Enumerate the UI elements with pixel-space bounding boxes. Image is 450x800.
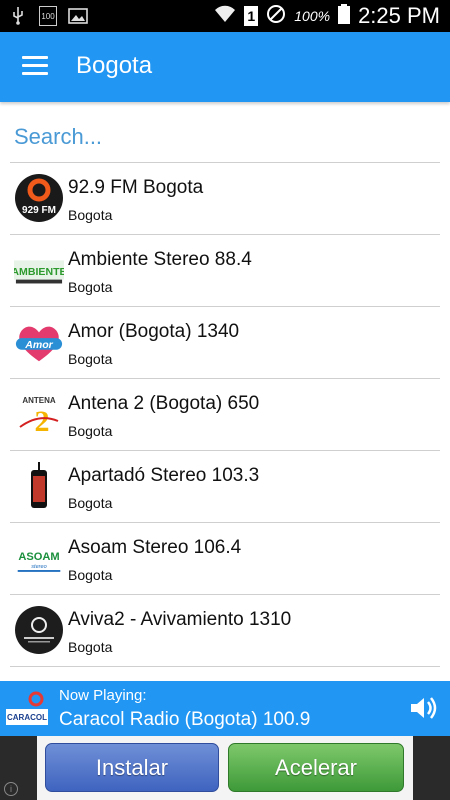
station-city: Bogota <box>68 423 113 439</box>
station-logo-aviva2 <box>14 605 64 655</box>
clock: 2:25 PM <box>358 3 440 28</box>
menu-icon[interactable] <box>22 56 48 76</box>
station-name: Antena 2 (Bogota) 650 <box>68 393 260 414</box>
accelerate-button[interactable]: Acelerar <box>228 743 404 792</box>
station-name: Amor (Bogota) 1340 <box>68 321 240 342</box>
station-name: Aviva2 - Avivamiento 1310 <box>68 609 292 630</box>
info-icon[interactable]: i <box>4 782 18 796</box>
station-city: Bogota <box>68 351 113 367</box>
install-button[interactable]: Instalar <box>45 743 219 792</box>
status-bar: 100 1 100% 2:25 PM <box>0 0 450 32</box>
station-list: 929 FM 92.9 FM Bogota Bogota AMBIENTE Am… <box>0 162 450 667</box>
badge-text: 100 <box>39 6 57 26</box>
app-bar: Bogota <box>0 32 450 102</box>
station-name: 92.9 FM Bogota <box>68 177 204 198</box>
station-city: Bogota <box>68 279 113 295</box>
svg-text:AMBIENTE: AMBIENTE <box>14 266 64 278</box>
battery-percent: 100% <box>294 8 331 24</box>
list-item[interactable]: ANTENA 2 Antena 2 (Bogota) 650 Bogota <box>10 379 440 451</box>
station-logo-asoam: ASOAM stereo <box>14 533 64 583</box>
station-name: Ambiente Stereo 88.4 <box>68 249 252 270</box>
station-logo-ambiente: AMBIENTE <box>14 245 64 295</box>
svg-text:ANTENA: ANTENA <box>22 396 56 405</box>
now-playing-station: Caracol Radio (Bogota) 100.9 <box>59 709 311 730</box>
svg-text:Amor: Amor <box>24 339 53 351</box>
image-icon <box>68 6 88 26</box>
wifi-icon <box>214 5 236 28</box>
list-item[interactable]: Apartadó Stereo 103.3 Bogota <box>10 451 440 523</box>
svg-text:CARACOL: CARACOL <box>7 713 47 722</box>
page-title: Bogota <box>76 52 153 79</box>
do-not-disturb-icon <box>266 4 286 29</box>
now-playing-bar[interactable]: CARACOL Now Playing: Caracol Radio (Bogo… <box>0 681 450 736</box>
search-input[interactable] <box>14 120 434 154</box>
list-item[interactable]: Aviva2 - Avivamiento 1310 Bogota <box>10 595 440 667</box>
station-logo-929fm: 929 FM <box>14 173 64 223</box>
svg-text:2: 2 <box>35 405 50 437</box>
svg-text:stereo: stereo <box>31 564 46 570</box>
svg-text:929 FM: 929 FM <box>22 205 56 216</box>
station-city: Bogota <box>68 639 113 655</box>
station-logo-amor: Amor <box>14 317 64 367</box>
list-item[interactable]: 929 FM 92.9 FM Bogota Bogota <box>10 162 440 235</box>
station-name: Apartadó Stereo 103.3 <box>68 465 260 486</box>
list-item[interactable]: ASOAM stereo Asoam Stereo 106.4 Bogota <box>10 523 440 595</box>
caracol-logo: CARACOL <box>6 691 48 727</box>
sim-number: 1 <box>247 8 256 24</box>
sim-icon: 1 <box>244 6 259 26</box>
battery-icon <box>338 3 351 29</box>
ad-content: Instalar Acelerar <box>37 736 413 800</box>
station-city: Bogota <box>68 567 113 583</box>
volume-icon[interactable] <box>408 693 438 723</box>
list-item[interactable]: AMBIENTE Ambiente Stereo 88.4 Bogota <box>10 235 440 307</box>
station-logo-apartado <box>14 461 64 511</box>
usb-icon <box>8 6 28 26</box>
svg-text:ASOAM: ASOAM <box>18 551 59 563</box>
station-city: Bogota <box>68 207 113 223</box>
ad-banner: Instalar Acelerar i <box>0 736 450 800</box>
station-city: Bogota <box>68 495 113 511</box>
notification-badge-icon: 100 <box>38 6 58 26</box>
station-name: Asoam Stereo 106.4 <box>68 537 242 558</box>
list-item[interactable]: Amor Amor (Bogota) 1340 Bogota <box>10 307 440 379</box>
station-logo-antena2: ANTENA 2 <box>14 389 64 439</box>
now-playing-label: Now Playing: <box>59 687 147 704</box>
